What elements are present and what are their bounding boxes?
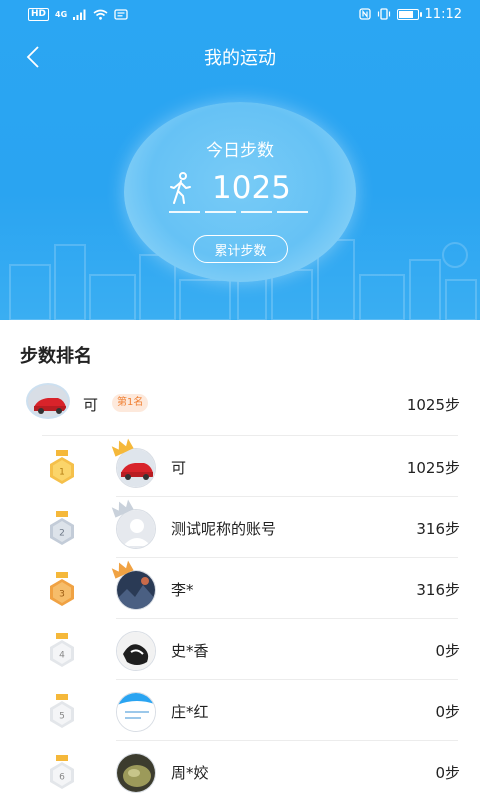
medal-rank: 5 bbox=[59, 712, 65, 722]
row-name: 周*姣 bbox=[171, 764, 209, 782]
ranking-row[interactable]: 6 周*姣 0步 bbox=[0, 741, 480, 800]
medal-rank: 2 bbox=[59, 529, 65, 539]
today-steps-value: 1025 bbox=[212, 170, 291, 206]
medal-rank: 3 bbox=[59, 590, 65, 600]
battery-icon bbox=[396, 8, 422, 20]
row-name: 史*香 bbox=[171, 642, 209, 660]
bronze-medal-icon: 3 bbox=[50, 572, 74, 606]
rank-badge: 第1名 bbox=[112, 394, 149, 412]
medal-icon: 4 bbox=[50, 633, 74, 667]
gold-medal-icon: 1 bbox=[50, 450, 74, 484]
medal-rank: 4 bbox=[59, 651, 65, 661]
avatar bbox=[116, 692, 156, 732]
my-steps: 1025步 bbox=[406, 396, 460, 414]
my-name: 可 bbox=[83, 396, 99, 414]
today-steps-label: 今日步数 bbox=[206, 141, 274, 161]
digit-underline bbox=[205, 211, 236, 213]
avatar bbox=[116, 753, 156, 793]
row-steps: 0步 bbox=[435, 703, 460, 721]
silver-medal-icon: 2 bbox=[50, 511, 74, 545]
medal-rank: 1 bbox=[59, 468, 65, 478]
status-time: 11:12 bbox=[424, 6, 462, 22]
today-steps-circle: 今日步数 1025 累计步数 bbox=[124, 102, 356, 282]
page-title: 我的运动 bbox=[204, 48, 276, 69]
medal-icon: 5 bbox=[50, 694, 74, 728]
digit-underline bbox=[169, 211, 200, 213]
walker-icon bbox=[170, 172, 191, 204]
ranking-row[interactable]: 2 测试呢称的账号 316步 bbox=[0, 497, 480, 557]
ranking-row[interactable]: 5 庄*红 0步 bbox=[0, 680, 480, 740]
ranking-row[interactable]: 3 李* 316步 bbox=[0, 558, 480, 618]
wifi-icon bbox=[93, 9, 108, 20]
row-steps: 0步 bbox=[435, 642, 460, 660]
row-steps: 0步 bbox=[435, 764, 460, 782]
nav-bar: 我的运动 bbox=[0, 32, 480, 82]
hd-badge: HD bbox=[28, 7, 50, 21]
row-name: 庄*红 bbox=[171, 703, 209, 721]
network-label: 4G bbox=[55, 9, 68, 19]
avatar bbox=[116, 631, 156, 671]
digit-underline bbox=[241, 211, 272, 213]
row-steps: 316步 bbox=[416, 581, 460, 599]
medal-rank: 6 bbox=[59, 773, 65, 783]
total-steps-button[interactable]: 累计步数 bbox=[193, 235, 288, 263]
row-name: 李* bbox=[171, 581, 194, 599]
status-bar: HD 4G 11:12 bbox=[0, 0, 480, 28]
row-steps: 1025步 bbox=[406, 459, 460, 477]
ranking-row[interactable]: 1 可 1025步 bbox=[0, 436, 480, 496]
medal-icon: 6 bbox=[50, 755, 74, 789]
notification-icon bbox=[114, 8, 128, 20]
vibrate-icon bbox=[377, 8, 390, 20]
row-steps: 316步 bbox=[416, 520, 460, 538]
avatar bbox=[26, 383, 70, 419]
header-hero: HD 4G 11:12 我的运动 今日步数 1025 累计步数 bbox=[0, 0, 480, 320]
row-name: 可 bbox=[171, 459, 187, 477]
signal-icon bbox=[73, 9, 86, 20]
digit-underline bbox=[277, 211, 308, 213]
my-ranking-row[interactable]: 可 第1名 1025步 bbox=[0, 375, 480, 435]
ranking-title: 步数排名 bbox=[20, 346, 92, 367]
ranking-row[interactable]: 4 史*香 0步 bbox=[0, 619, 480, 679]
nfc-icon bbox=[358, 8, 371, 20]
row-name: 测试呢称的账号 bbox=[171, 520, 277, 538]
